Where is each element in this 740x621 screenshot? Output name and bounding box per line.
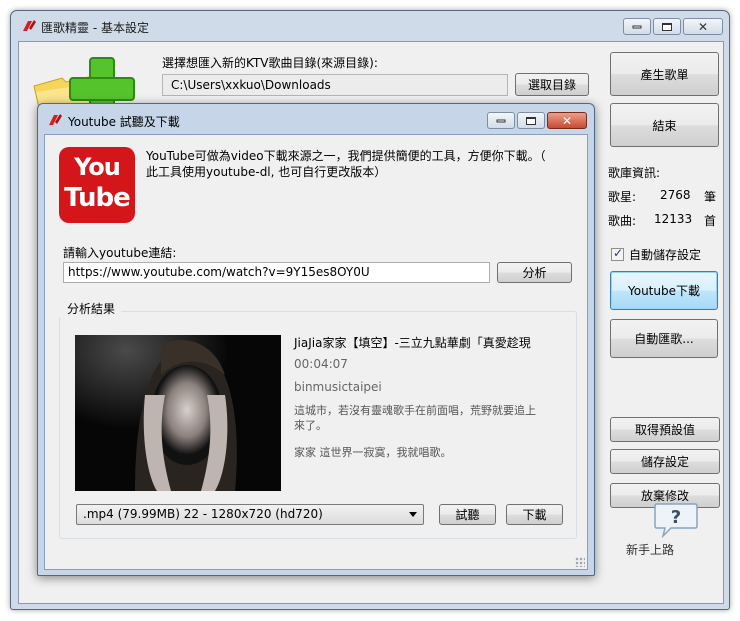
app-logo-icon xyxy=(49,114,62,125)
minimize-icon xyxy=(632,25,642,28)
format-select[interactable]: .mp4 (79.99MB) 22 - 1280x720 (hd720) xyxy=(76,504,424,525)
chevron-down-icon xyxy=(409,512,417,517)
maximize-icon xyxy=(662,22,672,31)
save-settings-button[interactable]: 儲存設定 xyxy=(610,449,720,474)
dialog-title: Youtube 試聽及下載 xyxy=(68,115,180,129)
video-thumbnail xyxy=(75,335,281,491)
dialog-close-button[interactable]: ✕ xyxy=(547,112,587,129)
dialog-maximize-button[interactable] xyxy=(517,112,545,129)
dialog-titlebar[interactable]: Youtube 試聽及下載 ✕ xyxy=(38,104,594,134)
get-defaults-button[interactable]: 取得預設值 xyxy=(610,417,720,442)
help-question-icon[interactable]: ? xyxy=(653,502,699,538)
youtube-dialog: Youtube 試聽及下載 ✕ You Tube YouTube可做為video… xyxy=(37,103,595,576)
dialog-client-area: You Tube YouTube可做為video下載來源之一，我們提供簡便的工具… xyxy=(44,134,588,570)
singers-count-unit: 筆 xyxy=(704,190,717,204)
songs-count-unit: 首 xyxy=(704,214,717,228)
youtube-logo-top: You xyxy=(74,153,121,181)
youtube-logo: You Tube xyxy=(59,147,135,223)
video-title: JiaJia家家【填空】-三立九點華劇「真愛趁現 xyxy=(294,336,531,350)
format-select-value: .mp4 (79.99MB) 22 - 1280x720 (hd720) xyxy=(83,507,323,521)
maximize-button[interactable] xyxy=(653,18,681,35)
preview-button[interactable]: 試聽 xyxy=(439,504,496,525)
youtube-logo-bottom: Tube xyxy=(64,183,131,213)
analysis-result-label: 分析結果 xyxy=(59,300,122,317)
dialog-minimize-button[interactable] xyxy=(487,112,515,129)
library-info-heading: 歌庫資訊: xyxy=(608,166,661,180)
svg-text:?: ? xyxy=(671,507,681,528)
autosave-checkbox[interactable] xyxy=(611,246,624,261)
minimize-button[interactable] xyxy=(623,18,651,35)
resize-grip-icon[interactable] xyxy=(575,557,585,567)
minimize-icon xyxy=(496,119,506,122)
close-icon: ✕ xyxy=(697,19,709,34)
video-thumbnail-image xyxy=(75,335,281,491)
generate-songlist-button[interactable]: 產生歌單 xyxy=(610,52,719,96)
singers-count-value: 2768 xyxy=(660,188,691,202)
youtube-url-input[interactable]: https://www.youtube.com/watch?v=9Y15es8O… xyxy=(63,262,490,283)
youtube-download-button[interactable]: Youtube下載 xyxy=(610,271,718,310)
autosave-option[interactable]: 自動儲存設定 xyxy=(611,246,701,263)
analyze-button[interactable]: 分析 xyxy=(497,262,572,283)
browse-folder-button[interactable]: 選取目錄 xyxy=(515,73,589,96)
singers-count-label: 歌星: xyxy=(608,190,637,204)
video-description-line: 來了。 xyxy=(294,419,327,432)
autosave-label: 自動儲存設定 xyxy=(629,248,702,262)
video-description-line: 家家 這世界一寂寞，我就唱歌。 xyxy=(294,446,452,459)
main-titlebar[interactable]: 匯歌精靈 - 基本設定 ✕ xyxy=(11,11,729,41)
video-description-line: 這城市，若沒有靈魂歌手在前面唱，荒野就要追上 xyxy=(294,404,536,417)
source-folder-path-field[interactable]: C:\Users\xxkuo\Downloads xyxy=(162,74,508,96)
app-logo-icon xyxy=(23,20,36,31)
url-label: 請輸入youtube連結: xyxy=(63,246,177,260)
video-duration: 00:04:07 xyxy=(294,357,348,371)
close-icon: ✕ xyxy=(561,113,573,128)
songs-count-value: 12133 xyxy=(654,212,693,226)
exit-button[interactable]: 結束 xyxy=(610,103,719,147)
video-channel: binmusictaipei xyxy=(294,380,382,394)
intro-text-line2: 此工具使用youtube-dl, 也可自行更改版本） xyxy=(146,165,387,179)
auto-import-button[interactable]: 自動匯歌... xyxy=(610,319,718,358)
help-label[interactable]: 新手上路 xyxy=(626,541,674,558)
window-caption-buttons: ✕ xyxy=(623,18,723,35)
download-button[interactable]: 下載 xyxy=(506,504,563,525)
intro-text-line1: YouTube可做為video下載來源之一，我們提供簡便的工具，方便你下載。（ xyxy=(146,149,546,163)
library-info-panel: 歌庫資訊: 歌星: 2768 筆 歌曲: 12133 首 xyxy=(608,166,720,232)
window-title: 匯歌精靈 - 基本設定 xyxy=(41,21,149,35)
close-button[interactable]: ✕ xyxy=(683,18,723,35)
songs-count-label: 歌曲: xyxy=(608,214,637,228)
dialog-caption-buttons: ✕ xyxy=(487,112,587,129)
maximize-icon xyxy=(526,116,536,125)
source-folder-label: 選擇想匯入新的KTV歌曲目錄(來源目錄): xyxy=(162,56,378,70)
